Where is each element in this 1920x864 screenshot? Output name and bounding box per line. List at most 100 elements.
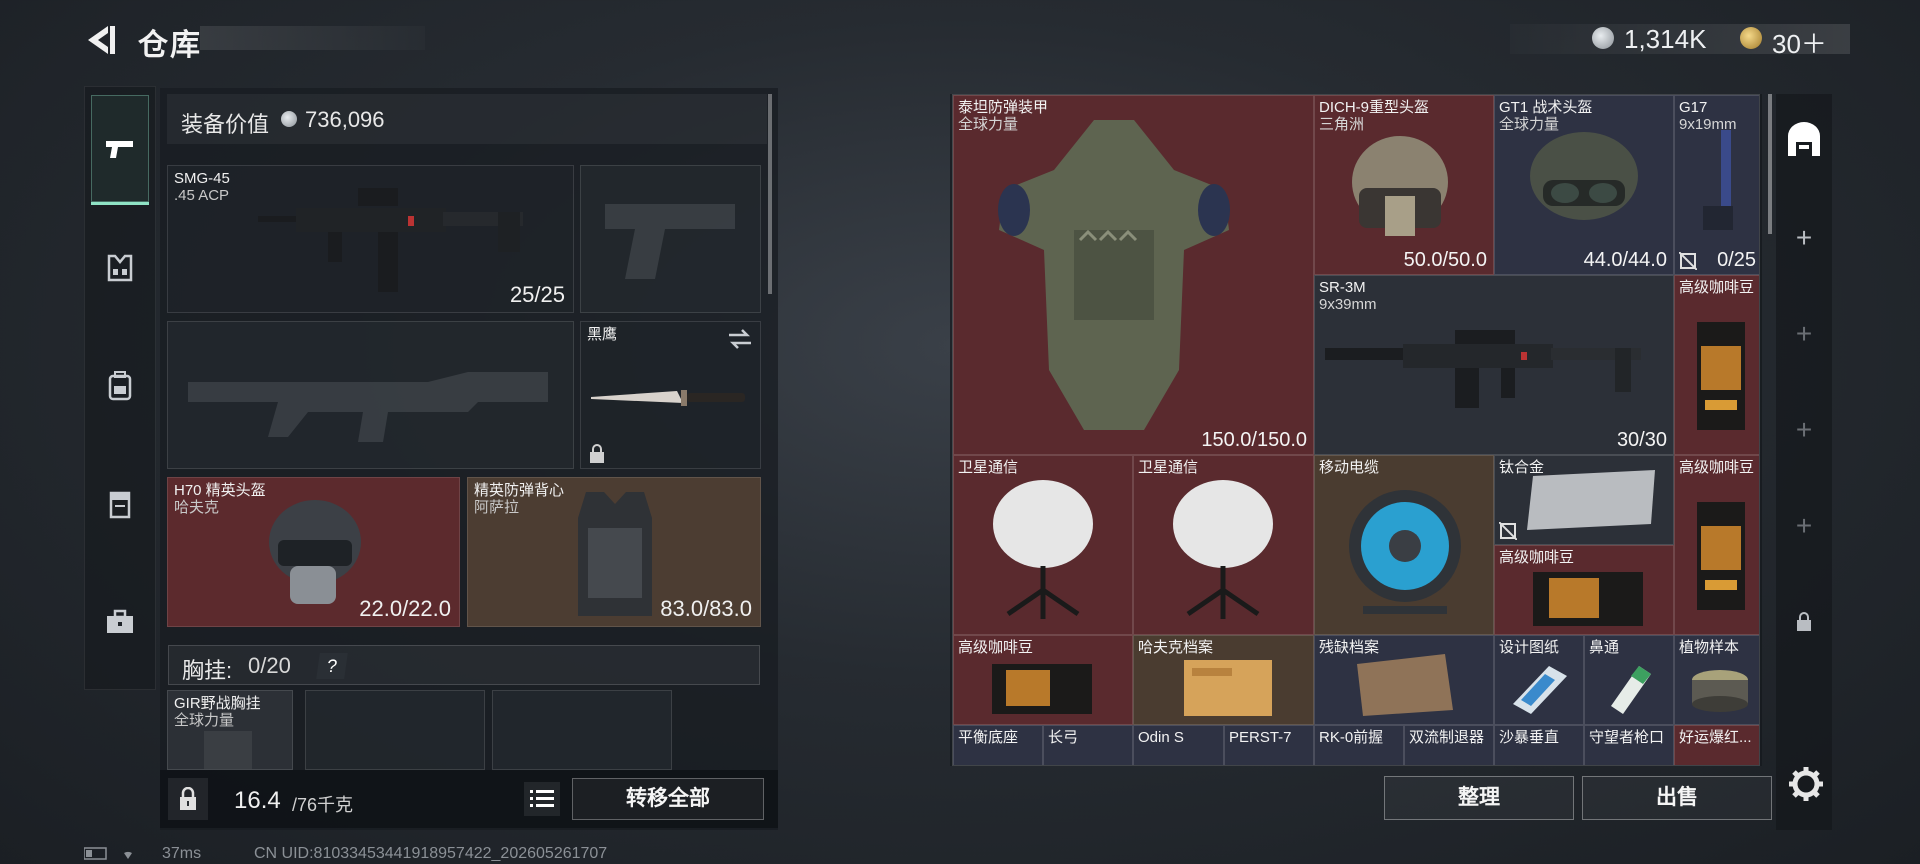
tab-pouch[interactable] [91, 449, 149, 559]
storage-item[interactable]: 高级咖啡豆 [1674, 455, 1759, 635]
knife-image [591, 390, 745, 406]
lock-icon [1797, 612, 1811, 631]
storage-item[interactable]: 哈夫克档案 [1133, 635, 1314, 725]
melee-slot[interactable]: 黑鹰 [580, 321, 761, 469]
sort-button[interactable]: 整理 [1384, 776, 1574, 820]
storage-item[interactable]: G17 9x19mm 0/25 [1674, 95, 1759, 275]
sell-button[interactable]: 出售 [1582, 776, 1772, 820]
storage-item[interactable]: 卫星通信 [1133, 455, 1314, 635]
storage-item[interactable]: 好运爆红... [1674, 725, 1759, 765]
storage-item[interactable]: 植物样本 [1674, 635, 1759, 725]
cable-reel-image [1349, 490, 1461, 614]
storage-item[interactable]: 平衡底座 [953, 725, 1043, 765]
item-durability: 50.0/50.0 [1403, 249, 1487, 271]
storage-item[interactable]: DICH-9重型头盔 三角洲 50.0/50.0 [1314, 95, 1494, 275]
pistol-silhouette-icon [605, 204, 735, 279]
storage-grid: 泰坦防弹装甲 全球力量 150.0/150.0 DICH-9重型头盔 三角洲 5… [952, 94, 1760, 766]
loadout-scrollbar[interactable] [768, 94, 772, 294]
plus-icon: + [1795, 318, 1813, 349]
slot-item-name: 黑鹰 [587, 326, 618, 343]
lock-icon [180, 787, 196, 810]
rig-slot[interactable]: GIR野战胸挂 全球力量 [167, 690, 293, 770]
tab-backpack[interactable] [91, 331, 149, 441]
add-storage-tab-button[interactable]: + [1784, 218, 1824, 258]
case-icon [107, 609, 133, 633]
smg-image [258, 188, 523, 292]
storage-item[interactable]: 泰坦防弹装甲 全球力量 150.0/150.0 [953, 95, 1314, 455]
warehouse-icon [1788, 122, 1820, 156]
item-name: 守望者枪口 [1589, 729, 1665, 746]
storage-item[interactable]: 沙暴垂直 [1494, 725, 1584, 765]
item-name: 好运爆红... [1679, 729, 1752, 746]
money-amount: 1,314K [1624, 24, 1707, 54]
storage-scrollbar[interactable] [1768, 94, 1772, 234]
add-storage-tab-button[interactable]: + [1784, 314, 1824, 354]
ammo-count: 0/25 [1717, 249, 1756, 271]
swap-icon[interactable] [727, 328, 753, 350]
storage-item[interactable]: 设计图纸 [1494, 635, 1584, 725]
chest-rig-label: 胸挂: [182, 658, 233, 683]
storage-item[interactable]: GT1 战术头盔 全球力量 44.0/44.0 [1494, 95, 1674, 275]
tab-chest-rig[interactable] [91, 213, 149, 323]
transfer-all-button[interactable]: 转移全部 [572, 778, 764, 820]
settings-button[interactable] [1786, 764, 1826, 804]
help-button[interactable]: ? [316, 653, 348, 679]
locked-storage-tab[interactable] [1784, 602, 1824, 642]
storage-item[interactable]: RK-0前握 [1314, 725, 1404, 765]
storage-item[interactable]: 残缺档案 [1314, 635, 1494, 725]
slot-item-maker: 阿萨拉 [474, 499, 520, 516]
money-coin-icon [1592, 27, 1614, 49]
storage-item[interactable]: 高级咖啡豆 [1494, 545, 1674, 635]
storage-item[interactable]: 高级咖啡豆 [953, 635, 1133, 725]
armor-vest-image [578, 492, 652, 616]
back-button[interactable] [80, 20, 120, 60]
storage-item[interactable]: 高级咖啡豆 [1674, 275, 1759, 455]
tab-weapons[interactable] [91, 95, 149, 205]
item-name: G17 [1679, 99, 1708, 116]
storage-item[interactable]: 卫星通信 [953, 455, 1133, 635]
item-name: 设计图纸 [1499, 639, 1560, 656]
add-storage-tab-button[interactable]: + [1784, 410, 1824, 450]
storage-item[interactable]: Odin S [1133, 725, 1224, 765]
rig-pocket-slot[interactable] [492, 690, 672, 770]
lock-button[interactable] [168, 778, 208, 820]
body-armor-slot[interactable]: 精英防弹背心 阿萨拉 83.0/83.0 [467, 477, 761, 627]
pistol-slot-empty[interactable] [580, 165, 761, 313]
plus-icon: + [1795, 510, 1813, 541]
add-storage-tab-button[interactable]: + [1784, 506, 1824, 546]
carry-weight: 16.4 [234, 787, 281, 814]
storage-item[interactable]: SR-3M 9x39mm 30/30 [1314, 275, 1674, 455]
helmet-slot[interactable]: H70 精英头盔 哈夫克 22.0/22.0 [167, 477, 460, 627]
slot-item-name: SMG-45 [174, 170, 230, 187]
item-name: 双流制退器 [1409, 729, 1485, 746]
plus-icon: + [1795, 414, 1813, 445]
item-name: 鼻通 [1589, 639, 1620, 656]
sr3m-rifle-image [1325, 330, 1641, 408]
item-name: 高级咖啡豆 [1679, 459, 1755, 476]
rig-pocket-slot[interactable] [305, 690, 485, 770]
storage-item[interactable]: 鼻通 [1584, 635, 1674, 725]
primary-weapon-slot[interactable]: SMG-45 .45 ACP 25/25 [167, 165, 574, 313]
carry-weight-max: /76千克 [292, 795, 354, 815]
slot-item-name: GIR野战胸挂 [174, 695, 261, 712]
storage-item[interactable]: 移动电缆 [1314, 455, 1494, 635]
rig-icon [107, 254, 133, 282]
warehouse-tab[interactable] [1784, 120, 1824, 160]
token-amount[interactable]: 30＋ [1772, 24, 1827, 61]
storage-item[interactable]: 双流制退器 [1404, 725, 1494, 765]
slot-item-ammo: .45 ACP [174, 187, 230, 204]
storage-item[interactable]: 守望者枪口 [1584, 725, 1674, 765]
titan-armor-image [998, 120, 1230, 430]
list-view-button[interactable] [524, 782, 560, 816]
ammo-count: 30/30 [1616, 429, 1667, 451]
plus-icon: + [1795, 222, 1813, 253]
equipment-value: 736,096 [305, 107, 385, 132]
storage-item[interactable]: 长弓 [1043, 725, 1133, 765]
storage-item[interactable]: 钛合金 [1494, 455, 1674, 545]
secondary-weapon-slot-empty[interactable] [167, 321, 574, 469]
item-durability: 44.0/44.0 [1583, 249, 1667, 271]
coffee-bag-image [1533, 572, 1643, 626]
tab-safe-case[interactable] [91, 567, 149, 677]
helmet-image [269, 500, 361, 604]
storage-item[interactable]: PERST-7 [1224, 725, 1314, 765]
